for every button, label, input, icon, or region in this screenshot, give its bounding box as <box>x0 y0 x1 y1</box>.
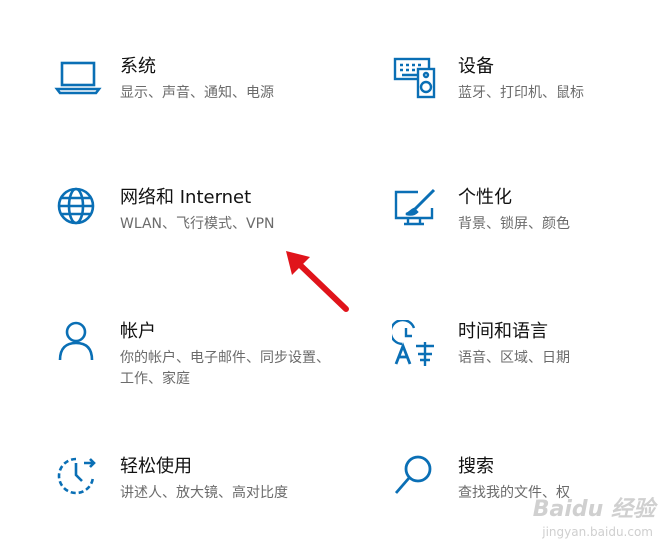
tile-description: 显示、声音、通知、电源 <box>120 85 274 101</box>
tile-description: 讲述人、放大镜、高对比度 <box>120 485 288 501</box>
time-language-icon <box>392 320 440 368</box>
laptop-icon <box>54 55 102 103</box>
tile-title: 时间和语言 <box>458 321 548 342</box>
search-icon <box>392 455 440 503</box>
keyboard-speaker-icon <box>392 55 440 103</box>
tile-title: 帐户 <box>120 321 156 342</box>
tile-title: 设备 <box>458 56 494 77</box>
paint-monitor-icon <box>392 186 440 234</box>
person-icon <box>54 320 102 368</box>
tile-description: 蓝牙、打印机、鼠标 <box>458 85 584 101</box>
tile-title: 网络和 Internet <box>120 187 252 208</box>
tile-title: 个性化 <box>458 187 512 208</box>
tile-description: 语音、区域、日期 <box>458 350 570 366</box>
ease-of-access-icon <box>54 455 102 503</box>
watermark-url: jingyan.baidu.com <box>542 525 653 539</box>
tile-description: WLAN、飞行模式、VPN <box>120 216 275 232</box>
tile-description: 你的帐户、电子邮件、同步设置、工作、家庭 <box>120 350 330 387</box>
tile-title: 轻松使用 <box>120 456 192 477</box>
tile-title: 系统 <box>120 56 156 77</box>
tile-title: 搜索 <box>458 456 494 477</box>
globe-icon <box>54 186 102 234</box>
annotation-arrow-icon <box>280 245 360 325</box>
watermark: Baidu 经验 jingyan.baidu.com <box>509 487 659 547</box>
tile-description: 背景、锁屏、颜色 <box>458 216 570 232</box>
watermark-logo: Baidu 经验 <box>532 497 655 522</box>
